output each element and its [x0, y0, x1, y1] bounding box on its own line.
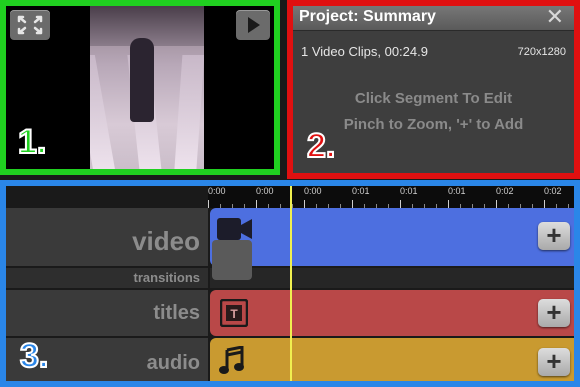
transition-segment[interactable]: [212, 240, 252, 280]
resolution-label: 720x1280: [517, 46, 566, 58]
time-ruler[interactable]: 0:00 0:00 0:00 0:01 0:01 0:01 0:02 0:02: [208, 186, 574, 208]
add-video-button[interactable]: +: [538, 222, 570, 250]
transitions-track[interactable]: [210, 268, 574, 288]
ruler-tick: 0:01: [448, 186, 466, 196]
ruler-tick: 0:00: [256, 186, 274, 196]
hint-edit: Click Segment To Edit: [354, 90, 513, 107]
project-title: Project: Summary: [299, 8, 436, 25]
video-preview-panel: 1.: [0, 0, 280, 175]
play-icon: [248, 17, 260, 33]
video-camera-icon: [217, 218, 252, 240]
video-track-label: video: [132, 226, 200, 256]
transitions-track-label: transitions: [133, 270, 200, 285]
fullscreen-icon: [17, 15, 43, 35]
panel-number-2: 2.: [306, 127, 336, 165]
add-title-button[interactable]: +: [538, 299, 570, 327]
project-info-panel: Project: Summary ✕ 1 Video Clips, 00:24.…: [287, 0, 580, 179]
fullscreen-button[interactable]: [10, 10, 50, 40]
panel-number-1: 1.: [17, 123, 47, 161]
ruler-tick: 0:00: [208, 186, 226, 196]
audio-track[interactable]: +: [210, 338, 574, 381]
panel-number-3: 3.: [19, 337, 49, 375]
audio-track-label: audio: [146, 352, 200, 374]
ruler-tick: 0:01: [400, 186, 418, 196]
ruler-major-tick: [256, 200, 257, 208]
ruler-major-tick: [304, 200, 305, 208]
ruler-major-tick: [400, 200, 401, 208]
ruler-tick: 0:01: [352, 186, 370, 196]
project-header: Project: Summary ✕: [293, 6, 574, 31]
titles-track[interactable]: T +: [210, 290, 574, 336]
svg-text:T: T: [230, 307, 238, 321]
play-button[interactable]: [236, 10, 270, 40]
close-icon[interactable]: ✕: [546, 6, 564, 28]
timeline-panel[interactable]: 0:00 0:00 0:00 0:01 0:01 0:01 0:02 0:02 …: [0, 180, 580, 387]
music-note-icon: [219, 346, 244, 374]
ruler-tick: 0:00: [304, 186, 322, 196]
title-icon: T: [220, 299, 248, 327]
add-audio-button[interactable]: +: [538, 348, 570, 376]
ruler-major-tick: [208, 200, 209, 208]
video-track[interactable]: +: [210, 208, 574, 266]
playhead[interactable]: [290, 186, 292, 381]
clips-info: 1 Video Clips, 00:24.9: [301, 44, 428, 59]
ruler-major-tick: [496, 200, 497, 208]
ruler-major-tick: [448, 200, 449, 208]
ruler-major-tick: [352, 200, 353, 208]
titles-track-label: titles: [153, 302, 200, 324]
ruler-major-tick: [544, 200, 545, 208]
video-frame[interactable]: [90, 6, 204, 169]
ruler-tick: 0:02: [496, 186, 514, 196]
ruler-tick: 0:02: [544, 186, 562, 196]
